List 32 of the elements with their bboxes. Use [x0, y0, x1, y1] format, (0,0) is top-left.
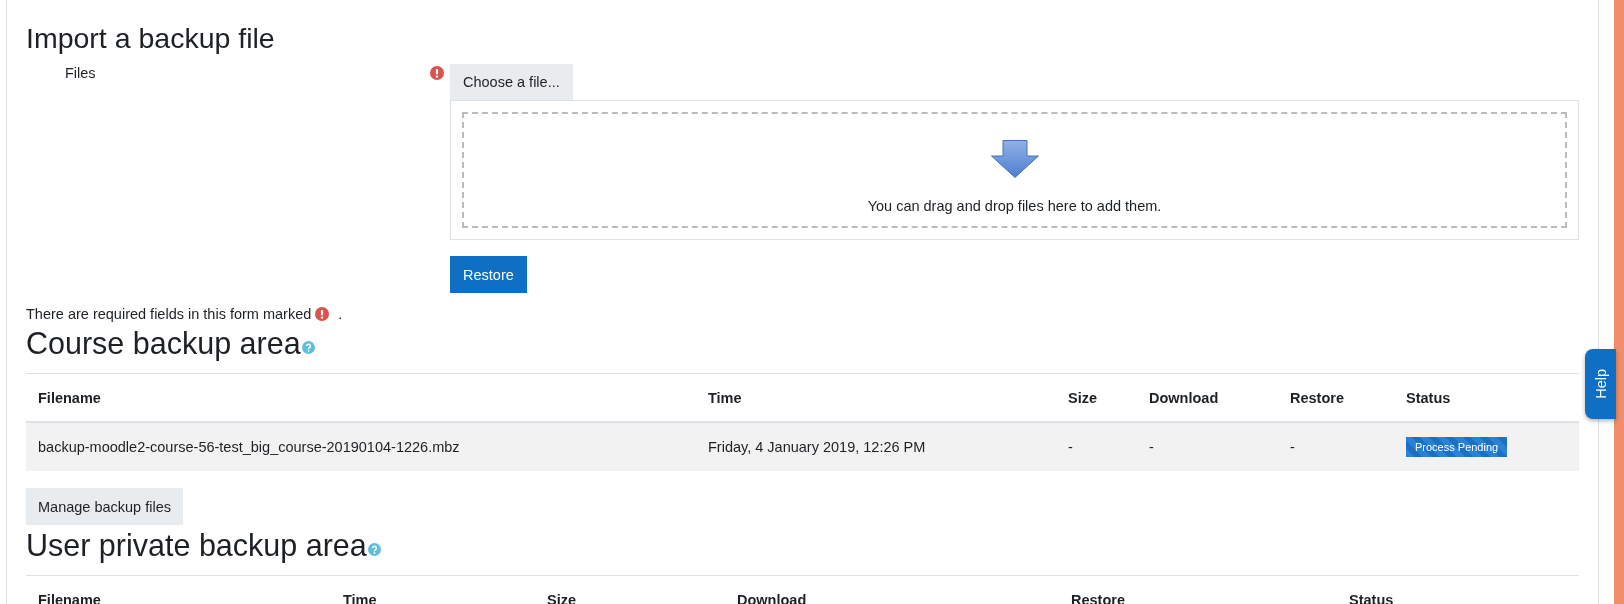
table-cell-text: Friday, 4 January 2019, 12:26 PM [708, 439, 927, 455]
column-header: Download [737, 591, 808, 604]
note-period: . [338, 305, 343, 323]
required-note: There are required fields in this form marked [26, 305, 312, 323]
manage-files-button[interactable]: Manage backup files [26, 488, 183, 525]
section-heading: User private backup area [26, 527, 367, 563]
restore-button[interactable]: Restore [450, 256, 527, 293]
file-drop-area[interactable]: You can drag and drop files here to add them. [450, 100, 1579, 240]
section-heading: Course backup area [26, 325, 301, 361]
column-header: Filename [38, 389, 102, 406]
table-cell-text: - [1068, 439, 1074, 455]
column-header: Status [1406, 389, 1452, 406]
page-heading: Import a backup file [26, 21, 276, 55]
drop-hint: You can drag and drop files here to add them. [867, 198, 1162, 214]
help-tab[interactable]: Help [1585, 349, 1616, 419]
column-header: Filename [38, 591, 102, 604]
required-icon [315, 307, 330, 321]
down-arrow-icon [990, 140, 1039, 178]
table-cell-text: - [1149, 439, 1155, 455]
choose-file-button[interactable]: Choose a file... [450, 64, 573, 100]
column-header: Restore [1071, 591, 1126, 604]
column-header: Restore [1290, 389, 1345, 406]
column-header: Size [1068, 389, 1098, 406]
table-cell-text: - [1290, 439, 1296, 455]
table-cell-text: backup-moodle2-course-56-test_big_course-20190104-1226.mbz [38, 439, 461, 455]
column-header: Time [343, 591, 378, 604]
column-header: Download [1149, 389, 1220, 406]
column-header: Time [708, 389, 743, 406]
column-header: Size [547, 591, 577, 604]
column-header: Status [1349, 591, 1395, 604]
status-badge: Process Pending [1406, 437, 1508, 457]
field-label: Files [65, 64, 96, 83]
